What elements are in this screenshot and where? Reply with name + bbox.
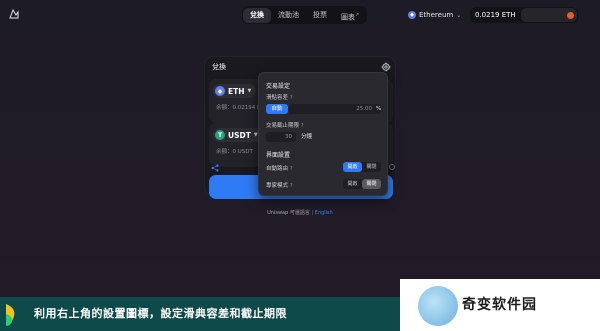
swap-title: 兌換 xyxy=(212,63,226,71)
deadline-input[interactable]: 30 xyxy=(266,132,296,142)
tab-charts[interactable]: 圖表↗ xyxy=(334,8,366,23)
to-token-symbol: USDT xyxy=(228,130,251,140)
network-label: Ethereum xyxy=(419,11,454,19)
deadline-row-label: 交易截止期限 ? xyxy=(266,121,304,129)
banner-logo-icon xyxy=(6,304,15,326)
from-token-selector[interactable]: ◆ ETH ▼ xyxy=(213,84,257,98)
tab-swap[interactable]: 兌換 xyxy=(243,7,271,23)
top-navigation: 兌換 流動池 投票 圖表↗ xyxy=(242,6,368,24)
to-balance: 余額：0 USDT xyxy=(216,149,253,155)
language-link-english[interactable]: English xyxy=(315,210,333,216)
expert-mode-toggle[interactable]: 開啟 關閉 xyxy=(343,179,381,189)
tab-vote[interactable]: 投票 xyxy=(306,8,334,23)
slippage-unit: % xyxy=(376,106,382,112)
slippage-input[interactable]: 25.00 xyxy=(289,104,381,114)
help-icon[interactable]: ? xyxy=(290,95,293,101)
deadline-label: 交易截止期限 xyxy=(266,123,300,129)
avatar xyxy=(567,11,574,19)
settings-popover: 交易設定 滑點容差 ? 自動 25.00 % 交易截止期限 ? 30 分鐘 界面… xyxy=(258,72,388,196)
account-address[interactable] xyxy=(521,8,577,22)
auto-router-on[interactable]: 開啟 xyxy=(343,162,362,172)
footer-separator: | xyxy=(311,210,314,216)
auto-router-toggle[interactable]: 開啟 關閉 xyxy=(343,162,381,172)
chevron-down-icon: ⌄ xyxy=(456,11,462,19)
auto-slippage-button[interactable]: 自動 xyxy=(266,104,288,114)
expert-mode-row-label: 專家模式 ? xyxy=(266,181,293,189)
deadline-unit: 分鐘 xyxy=(301,134,313,140)
footer-brand: Uniswap xyxy=(267,210,289,216)
slippage-label: 滑點容差 xyxy=(266,95,289,101)
chevron-down-icon: ▼ xyxy=(247,88,252,94)
usdt-token-icon: T xyxy=(215,130,225,140)
expert-mode-off[interactable]: 關閉 xyxy=(362,179,381,189)
share-icon[interactable] xyxy=(211,164,219,172)
to-token-selector[interactable]: T USDT ▼ xyxy=(213,128,263,142)
auto-router-row-label: 自動路由 ? xyxy=(266,164,293,172)
footer-current-language: 可還語言 xyxy=(289,210,310,216)
footer-language: Uniswap 可還語言 | English xyxy=(0,209,600,216)
auto-router-off[interactable]: 關閉 xyxy=(362,162,381,172)
external-link-icon: ↗ xyxy=(355,11,360,18)
auto-router-label: 自動路由 xyxy=(266,166,289,172)
uniswap-logo-icon[interactable] xyxy=(8,8,20,20)
network-selector[interactable]: ◆ Ethereum ⌄ xyxy=(408,7,461,23)
wallet-balance: 0.0219 ETH xyxy=(475,11,516,19)
tab-charts-label: 圖表 xyxy=(341,12,355,21)
from-token-symbol: ETH xyxy=(228,86,245,96)
from-balance: 余額：0.02194 ET xyxy=(216,105,264,111)
gear-icon[interactable] xyxy=(381,62,391,72)
eth-token-icon: ◆ xyxy=(215,86,225,96)
expert-mode-on[interactable]: 開啟 xyxy=(343,179,362,189)
watermark-text: 奇变软件园 xyxy=(462,297,537,313)
caption-text: 利用右上角的設置圖標，設定滑典容差和截止期限 xyxy=(34,307,287,320)
trade-settings-heading: 交易設定 xyxy=(266,83,291,90)
help-icon[interactable]: ? xyxy=(290,183,293,189)
help-icon[interactable]: ? xyxy=(301,123,304,129)
interface-settings-heading: 界面設置 xyxy=(266,152,291,159)
tab-pool[interactable]: 流動池 xyxy=(271,8,306,23)
slippage-row-label: 滑點容差 ? xyxy=(266,93,293,101)
help-icon[interactable]: ? xyxy=(290,166,293,172)
wallet-button[interactable]: 0.0219 ETH xyxy=(470,7,578,23)
info-icon[interactable] xyxy=(389,164,395,170)
watermark: 奇变软件园 xyxy=(400,279,600,331)
watermark-logo-icon xyxy=(418,286,458,326)
ethereum-icon: ◆ xyxy=(408,11,416,19)
expert-mode-label: 專家模式 xyxy=(266,183,289,189)
